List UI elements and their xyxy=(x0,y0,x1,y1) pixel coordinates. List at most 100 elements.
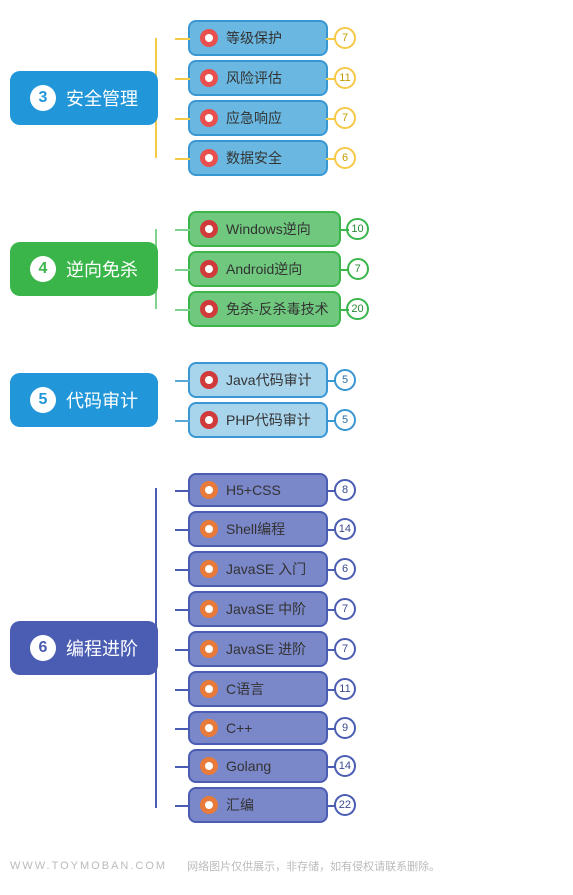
child-label: JavaSE 入门 xyxy=(226,559,306,579)
child-node: C++9 xyxy=(188,711,328,745)
badge-connector xyxy=(326,649,336,651)
left-connector xyxy=(175,609,190,611)
node-icon xyxy=(200,411,218,429)
left-connector xyxy=(175,649,190,651)
left-connector xyxy=(175,420,190,422)
root-title: 安全管理 xyxy=(66,85,138,111)
badge-connector xyxy=(326,805,336,807)
node-icon xyxy=(200,29,218,47)
child-label: Windows逆向 xyxy=(226,219,311,239)
badge-connector xyxy=(326,529,336,531)
child-node: 风险评估11 xyxy=(188,60,328,96)
child-node: C语言11 xyxy=(188,671,328,707)
child-node: JavaSE 入门6 xyxy=(188,551,328,587)
count-badge: 8 xyxy=(334,479,356,501)
child-node: Golang14 xyxy=(188,749,328,783)
left-connector xyxy=(175,569,190,571)
node-icon xyxy=(200,757,218,775)
child-label: C语言 xyxy=(226,679,264,699)
child-label: H5+CSS xyxy=(226,482,281,498)
child-node: JavaSE 进阶7 xyxy=(188,631,328,667)
node-icon xyxy=(200,600,218,618)
child-node: 应急响应7 xyxy=(188,100,328,136)
badge-connector xyxy=(326,689,336,691)
left-connector xyxy=(175,309,190,311)
children-container: Windows逆向10Android逆向7免杀-反杀毒技术20 xyxy=(188,211,341,327)
count-badge: 6 xyxy=(334,558,356,580)
count-badge: 11 xyxy=(334,67,356,89)
left-connector xyxy=(175,229,190,231)
root-node: 5代码审计 xyxy=(10,373,158,427)
root-node: 4 逆向免杀 xyxy=(10,242,158,296)
child-label: 风险评估 xyxy=(226,68,282,88)
left-connector xyxy=(175,78,190,80)
child-label: 汇编 xyxy=(226,795,254,815)
child-label: 免杀-反杀毒技术 xyxy=(226,299,329,319)
root-title: 逆向免杀 xyxy=(66,256,138,282)
node-icon xyxy=(200,481,218,499)
count-badge: 5 xyxy=(334,369,356,391)
node-icon xyxy=(200,260,218,278)
left-connector xyxy=(175,529,190,531)
node-icon xyxy=(200,149,218,167)
footer: WWW.TOYMOBAN.COM 网络图片仅供展示，非存储，如有侵权请联系删除。 xyxy=(10,858,563,874)
badge-connector xyxy=(326,118,336,120)
node-icon xyxy=(200,371,218,389)
badge-connector xyxy=(326,569,336,571)
left-connector xyxy=(175,766,190,768)
node-icon xyxy=(200,220,218,238)
child-label: Java代码审计 xyxy=(226,370,312,390)
child-node: Java代码审计5 xyxy=(188,362,328,398)
children-container: 等级保护7 风险评估11 应急响应7 数据安全6 xyxy=(188,20,328,176)
node-icon xyxy=(200,640,218,658)
child-label: Android逆向 xyxy=(226,259,302,279)
count-badge: 9 xyxy=(334,717,356,739)
badge-connector xyxy=(326,766,336,768)
child-label: JavaSE 中阶 xyxy=(226,599,306,619)
child-node: 汇编22 xyxy=(188,787,328,823)
number-circle: 3 xyxy=(30,85,56,111)
child-label: 数据安全 xyxy=(226,148,282,168)
node-icon xyxy=(200,69,218,87)
badge-connector xyxy=(326,420,336,422)
root-node: 3 安全管理 xyxy=(10,71,158,125)
left-connector xyxy=(175,158,190,160)
node-icon xyxy=(200,300,218,318)
count-badge: 7 xyxy=(334,598,356,620)
count-badge: 11 xyxy=(334,678,356,700)
badge-connector xyxy=(326,380,336,382)
left-connector xyxy=(175,490,190,492)
child-label: JavaSE 进阶 xyxy=(226,639,306,659)
count-badge: 10 xyxy=(346,218,368,240)
child-node: 等级保护7 xyxy=(188,20,328,56)
count-badge: 6 xyxy=(334,147,356,169)
node-icon xyxy=(200,109,218,127)
child-node: 数据安全6 xyxy=(188,140,328,176)
left-connector xyxy=(175,728,190,730)
mindmap-diagram: 3安全管理等级保护7风险评估11应急响应7数据安全64逆向免杀Windows逆向… xyxy=(10,20,563,823)
left-connector xyxy=(175,380,190,382)
node-icon xyxy=(200,796,218,814)
root-title: 代码审计 xyxy=(66,387,138,413)
children-container: H5+CSS8Shell编程14JavaSE 入门6JavaSE 中阶7Java… xyxy=(188,473,328,823)
badge-connector xyxy=(326,490,336,492)
footer-domain: WWW.TOYMOBAN.COM xyxy=(10,860,167,872)
left-connector xyxy=(175,38,190,40)
badge-connector xyxy=(326,728,336,730)
badge-connector xyxy=(326,158,336,160)
child-label: Golang xyxy=(226,758,271,774)
child-node: Android逆向7 xyxy=(188,251,341,287)
child-node: PHP代码审计5 xyxy=(188,402,328,438)
count-badge: 7 xyxy=(334,27,356,49)
child-node: Shell编程14 xyxy=(188,511,328,547)
child-node: JavaSE 中阶7 xyxy=(188,591,328,627)
left-connector xyxy=(175,805,190,807)
count-badge: 14 xyxy=(334,755,356,777)
number-circle: 4 xyxy=(30,256,56,282)
left-connector xyxy=(175,689,190,691)
children-container: Java代码审计5 PHP代码审计5 xyxy=(188,362,328,438)
mindmap-section: 5代码审计Java代码审计5PHP代码审计5 xyxy=(10,362,563,438)
badge-connector xyxy=(339,269,349,271)
child-node: 免杀-反杀毒技术20 xyxy=(188,291,341,327)
badge-connector xyxy=(339,229,349,231)
